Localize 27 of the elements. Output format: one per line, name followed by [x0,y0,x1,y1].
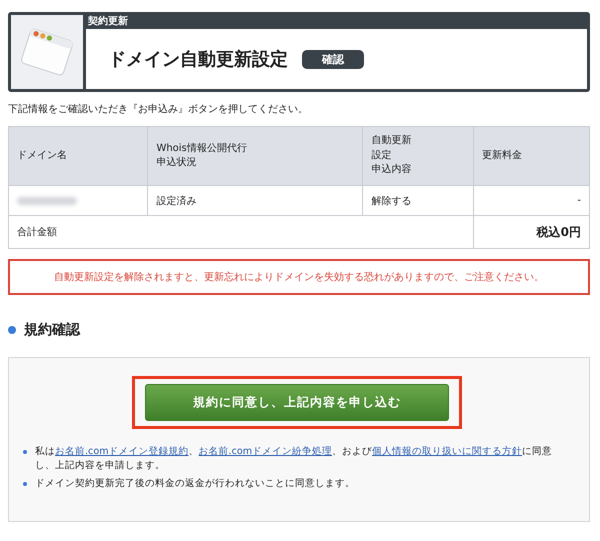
terms-link[interactable]: お名前.comドメイン登録規約 [55,446,189,457]
table-cell: 設定済み [148,186,363,216]
table-cell: - [473,186,590,216]
instruction-text: 下記情報をご確認いただき『お申込み』ボタンを押してください。 [8,102,309,116]
terms-note: 私はお名前.comドメイン登録規約、お名前.comドメイン紛争処理、および個人情報の取り扱いに関する方針に同意し、上記内容を申請します。 [35,445,554,474]
bullet-icon [23,450,27,454]
terms-link[interactable]: 個人情報の取り扱いに関する方針 [372,446,522,457]
agree-submit-button[interactable]: 規約に同意し、上記内容を申し込む [145,384,449,421]
column-header: 申込状況 [156,156,198,170]
table-cell: 解除する [362,186,474,216]
page-title: ドメイン自動更新設定 [108,48,288,71]
section-heading: 規約確認 [24,321,80,339]
column-header: 自動更新 [371,134,412,148]
total-label: 合計金額 [8,216,474,248]
column-header: 更新料金 [482,148,523,163]
bullet-icon [23,482,27,486]
terms-note: ドメイン契約更新完了後の料金の返金が行われないことに同意します。 [35,476,355,491]
bullet-icon [8,326,16,334]
warning-message: 自動更新設定を解除されますと、更新忘れによりドメインを失効する恐れがありますので、ご注意ください。 [8,259,590,295]
column-header: 申込内容 [371,163,412,178]
total-value: 税込0円 [473,216,590,248]
category-label: 契約更新 [87,15,129,29]
column-header: 設定 [371,148,392,163]
column-header: ドメイン名 [17,148,68,163]
column-header: Whois情報公開代行 [156,142,248,156]
step-badge: 確認 [302,50,364,68]
terms-link[interactable]: お名前.comドメイン紛争処理 [198,446,332,457]
